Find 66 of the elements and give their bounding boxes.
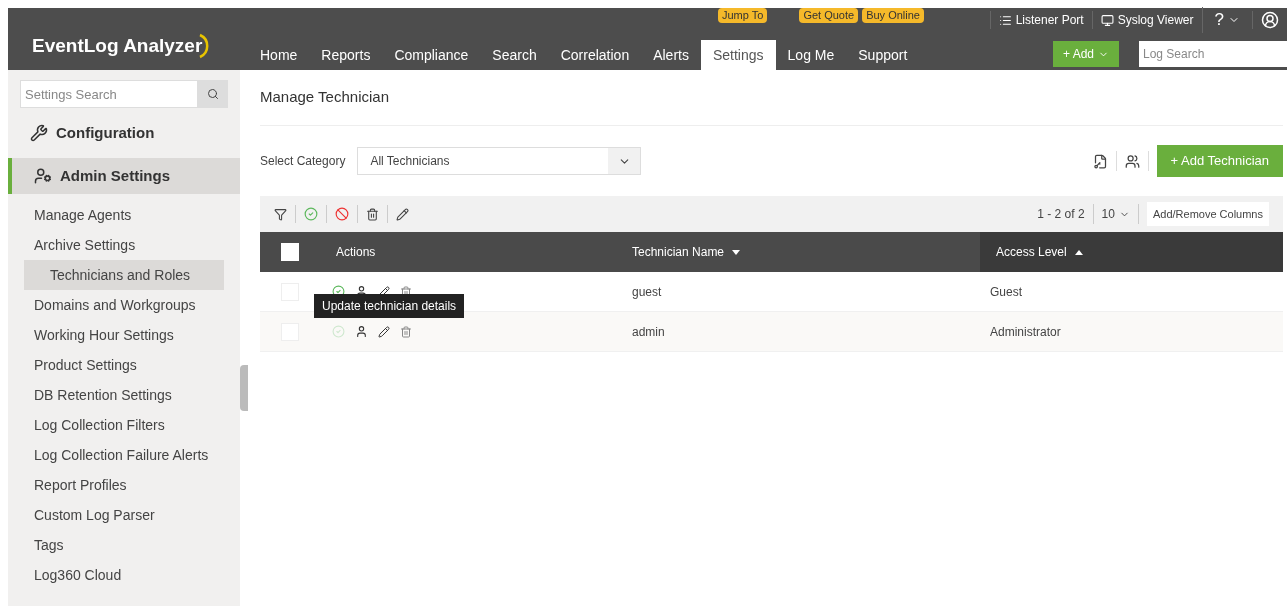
sort-down-icon [732,249,741,255]
column-header[interactable]: Technician Name [616,232,980,272]
check-circle-icon[interactable] [304,207,318,221]
sidebar-item[interactable]: Manage Agents [8,200,224,230]
block-icon[interactable] [335,207,349,221]
sidebar-section[interactable]: Configuration [8,115,240,151]
jump-to-badge[interactable]: Jump To [718,8,768,23]
nav-tab[interactable]: Correlation [548,40,642,70]
document-key-icon[interactable] [1092,153,1108,169]
nav-tab[interactable]: Log Me [775,40,847,70]
sidebar-item[interactable]: Custom Log Parser [8,500,224,530]
sidebar-item[interactable]: Log360 Cloud [8,560,224,590]
pagination-text: 1 - 2 of 2 [1037,206,1086,223]
page-size-select[interactable]: 10 [1093,205,1138,223]
search-filter-icon[interactable] [274,207,287,221]
sidebar-item[interactable]: DB Retention Settings [8,380,224,410]
listener-port-link[interactable]: Listener Port [989,11,1092,29]
nav-tab[interactable]: Reports [309,40,383,70]
sidebar-item[interactable]: Domains and Workgroups [8,290,224,320]
category-select[interactable]: All Technicians [357,147,642,175]
sidebar-section[interactable]: Admin Settings [8,158,240,194]
monitor-icon [1100,13,1114,27]
select-all-checkbox[interactable] [281,243,299,261]
sidebar-item[interactable]: Working Hour Settings [8,320,224,350]
column-header[interactable]: Actions [320,232,616,272]
sidebar-item[interactable]: Log Collection Failure Alerts [8,440,224,470]
search-button[interactable] [198,80,228,108]
nav-tab[interactable]: Support [846,40,920,70]
nav-tab[interactable]: Search [480,40,549,70]
tooltip: Update technician details [314,294,465,318]
get-quote-badge[interactable]: Get Quote [799,8,859,23]
syslog-viewer-link[interactable]: Syslog Viewer [1091,11,1202,29]
user-icon[interactable] [355,325,368,338]
buy-online-badge[interactable]: Buy Online [862,8,924,23]
table-cell-text: Guest [989,283,1023,301]
sidebar-item[interactable]: Tags [8,530,224,560]
sidebar-item[interactable]: Log Collection Filters [8,410,224,440]
tools-icon [30,124,48,142]
settings-search-field[interactable]: Settings Search [20,80,198,108]
admin-user-icon [34,167,52,185]
pencil-icon[interactable] [378,325,390,338]
nav-tab[interactable]: Compliance [382,40,481,70]
column-header[interactable]: Access Level [980,232,1283,272]
log-search-field[interactable]: Log Search [1139,41,1287,67]
table-cell-text: guest [631,283,663,301]
category-label: Select Category [260,153,346,170]
sort-up-icon [1074,249,1083,255]
help-button[interactable]: ? [1201,7,1252,33]
search-icon [207,88,219,100]
sidebar-item[interactable]: Product Settings [8,350,224,380]
pencil-icon[interactable] [396,207,409,221]
table-cell-text: admin [631,323,666,341]
nav-tab[interactable]: Alerts [641,40,701,70]
collapse-handle[interactable] [240,365,248,411]
sidebar-item[interactable]: Archive Settings [8,230,224,260]
app-logo[interactable]: EventLog Analyzer [32,31,211,60]
sidebar-item[interactable]: Report Profiles [8,470,224,500]
sidebar-item[interactable]: Technicians and Roles [24,260,224,290]
list-icon [998,13,1012,27]
table-cell-text: Administrator [989,323,1062,341]
nav-tab[interactable]: Settings [700,40,776,70]
page-title: Manage Technician [260,70,1283,126]
add-remove-columns-button[interactable]: Add/Remove Columns [1146,202,1269,226]
trash-icon[interactable] [366,207,379,221]
nav-tab[interactable]: Home [248,40,310,70]
user-avatar-icon [1261,11,1279,29]
